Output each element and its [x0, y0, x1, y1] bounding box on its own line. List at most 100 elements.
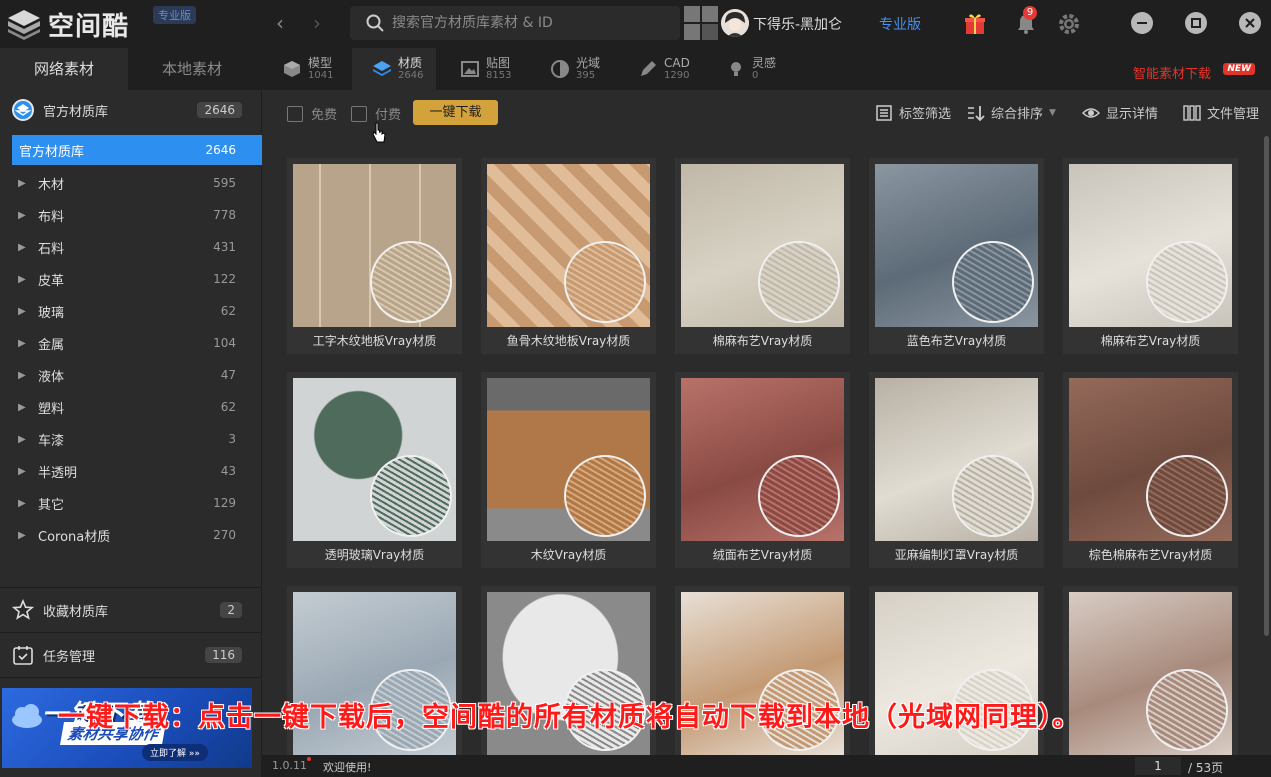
material-thumbnail[interactable]	[681, 378, 844, 541]
material-thumbnail[interactable]	[1069, 592, 1232, 755]
app-window: 空间酷 专业版 ‹ › 下得乐-黑加仑 专业版	[0, 0, 1271, 777]
expand-arrow-icon: ▶	[18, 529, 26, 541]
sort-dropdown[interactable]: 综合排序 ▼	[967, 103, 1056, 122]
material-card[interactable]: 绒面布艺Vray材质	[675, 372, 850, 568]
minimize-button[interactable]	[1131, 12, 1153, 34]
material-card[interactable]: 棕色棉麻布艺Vray材质	[1063, 372, 1238, 568]
sidebar-item-car-paint[interactable]: ▶ 车漆 3	[12, 424, 262, 454]
free-filter-checkbox[interactable]: 免费	[287, 104, 337, 123]
chevron-down-icon: ▼	[1049, 107, 1056, 118]
sidebar-item-glass[interactable]: ▶ 玻璃 62	[12, 296, 262, 326]
logo: 空间酷	[6, 6, 129, 42]
material-thumbnail[interactable]	[875, 378, 1038, 541]
show-details-button[interactable]: 显示详情	[1082, 103, 1158, 122]
pro-version-link[interactable]: 专业版	[879, 14, 921, 34]
material-swatch	[758, 455, 840, 537]
expand-arrow-icon: ▶	[18, 369, 26, 381]
tab-local-assets[interactable]: 本地素材	[128, 48, 256, 90]
expand-arrow-icon: ▶	[18, 273, 26, 285]
sidebar-item-liquid[interactable]: ▶ 液体 47	[12, 360, 262, 390]
sidebar-item-leather[interactable]: ▶ 皮革 122	[12, 264, 262, 294]
checkbox-box[interactable]	[351, 105, 367, 122]
close-button[interactable]	[1239, 12, 1261, 34]
material-thumbnail[interactable]	[293, 164, 456, 327]
tab-textures[interactable]: 贴图 8153	[440, 48, 524, 90]
checkbox-box[interactable]	[287, 105, 303, 122]
material-name: 棕色棉麻布艺Vray材质	[1088, 548, 1213, 562]
material-card[interactable]: 鱼骨木纹地板Vray材质	[481, 158, 656, 354]
smart-download-link[interactable]: 智能素材下载	[1133, 63, 1211, 82]
sidebar-item-wood[interactable]: ▶ 木材 595	[12, 168, 262, 198]
material-card[interactable]: 棉麻布艺Vray材质	[675, 158, 850, 354]
tab-cad[interactable]: CAD 1290	[618, 48, 702, 90]
material-card[interactable]: 蓝色布艺Vray材质	[869, 158, 1044, 354]
sidebar-item-stone[interactable]: ▶ 石料 431	[12, 232, 262, 262]
username[interactable]: 下得乐-黑加仑	[753, 14, 842, 34]
sidebar-item-other[interactable]: ▶ 其它 129	[12, 488, 262, 518]
divider	[0, 677, 262, 678]
library-icon	[12, 99, 34, 121]
material-thumbnail[interactable]	[293, 378, 456, 541]
scrollbar[interactable]	[1264, 136, 1269, 636]
avatar[interactable]	[721, 9, 749, 37]
gear-icon[interactable]	[1057, 12, 1081, 36]
tab-ies-lights[interactable]: 光域 395	[530, 48, 614, 90]
material-thumbnail[interactable]	[681, 164, 844, 327]
material-name: 透明玻璃Vray材质	[324, 548, 425, 562]
list-filter-icon	[876, 104, 892, 121]
material-name: 绒面布艺Vray材质	[712, 548, 813, 562]
back-arrow-icon[interactable]: ‹	[270, 12, 290, 34]
new-badge: NEW	[1223, 63, 1255, 75]
material-swatch	[1146, 241, 1228, 323]
tab-materials[interactable]: 材质 2646	[352, 48, 436, 90]
welcome-text: 欢迎使用!	[323, 761, 372, 774]
search-box[interactable]	[350, 6, 680, 40]
material-swatch	[564, 455, 646, 537]
tab-models[interactable]: 模型 1041	[262, 48, 346, 90]
material-card[interactable]: 工字木纹地板Vray材质	[287, 158, 462, 354]
category-tabs: 模型1041 材质2646 贴图8153 光域395 CAD1290	[262, 48, 1271, 90]
material-card[interactable]: 透明玻璃Vray材质	[287, 372, 462, 568]
page-total: / 53页	[1188, 761, 1224, 775]
file-manage-button[interactable]: 文件管理	[1183, 103, 1259, 122]
sidebar-item-plastic[interactable]: ▶ 塑料 62	[12, 392, 262, 422]
material-swatch	[370, 241, 452, 323]
tag-filter-button[interactable]: 标签筛选	[875, 103, 951, 122]
banner-learn-more[interactable]: 立即了解 »»	[142, 744, 208, 761]
material-thumbnail[interactable]	[487, 378, 650, 541]
qr-code-icon[interactable]	[684, 6, 718, 40]
material-thumbnail[interactable]	[1069, 378, 1232, 541]
sidebar-item-favorites[interactable]: 收藏材质库 2	[0, 588, 262, 632]
star-icon	[12, 599, 34, 620]
tab-online-assets[interactable]: 网络素材	[0, 48, 128, 90]
download-all-button[interactable]: 一键下载	[413, 100, 498, 125]
material-name: 棉麻布艺Vray材质	[712, 334, 813, 348]
sidebar-item-official-library[interactable]: 官方材质库 2646	[12, 135, 262, 165]
material-card[interactable]	[1063, 586, 1238, 758]
library-header[interactable]: 官方材质库 2646	[0, 90, 262, 130]
logo-icon	[8, 10, 40, 40]
tab-inspiration[interactable]: 灵感 0	[706, 48, 790, 90]
sidebar-item-translucent[interactable]: ▶ 半透明 43	[12, 456, 262, 486]
material-grid: 工字木纹地板Vray材质 鱼骨木纹地板Vray材质 棉麻布艺Vray材质 蓝色布艺Vr…	[287, 158, 1247, 758]
gift-icon[interactable]	[963, 12, 987, 36]
status-bar: 1.0.11 欢迎使用! / 53页	[262, 755, 1271, 777]
logo-text: 空间酷	[48, 11, 130, 42]
sidebar-item-fabric[interactable]: ▶ 布料 778	[12, 200, 262, 230]
expand-arrow-icon: ▶	[18, 209, 26, 221]
sidebar-item-metal[interactable]: ▶ 金属 104	[12, 328, 262, 358]
paid-filter-checkbox[interactable]: 付费	[351, 104, 401, 123]
material-card[interactable]: 棉麻布艺Vray材质	[1063, 158, 1238, 354]
search-input[interactable]	[392, 15, 662, 31]
material-card[interactable]: 亚麻编制灯罩Vray材质	[869, 372, 1044, 568]
sidebar-item-tasks[interactable]: 任务管理 116	[0, 633, 262, 677]
material-thumbnail[interactable]	[875, 164, 1038, 327]
sidebar-item-corona[interactable]: ▶ Corona材质 270	[12, 520, 262, 550]
tutorial-caption: 一键下载：点击一键下载后，空间酷的所有材质将自动下载到本地（光域网同理）。	[58, 702, 1081, 733]
material-card[interactable]: 木纹Vray材质	[481, 372, 656, 568]
forward-arrow-icon[interactable]: ›	[307, 12, 327, 34]
material-thumbnail[interactable]	[487, 164, 650, 327]
material-thumbnail[interactable]	[1069, 164, 1232, 327]
page-number-input[interactable]	[1135, 757, 1181, 775]
maximize-button[interactable]	[1185, 12, 1207, 34]
